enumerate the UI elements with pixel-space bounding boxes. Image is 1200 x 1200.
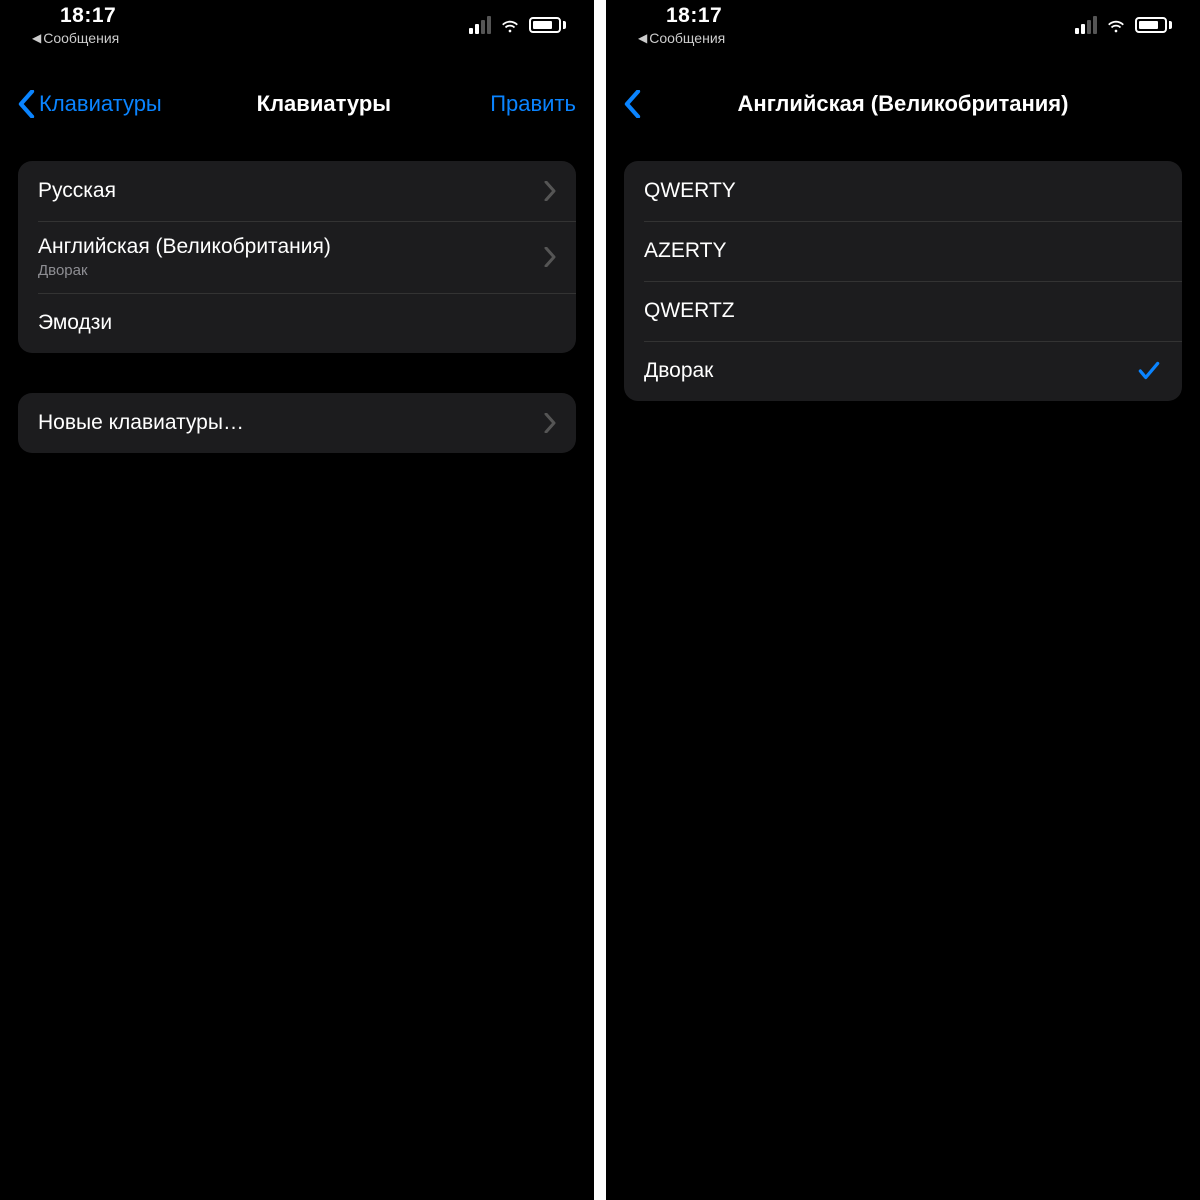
back-triangle-icon: ◀ xyxy=(32,31,41,45)
chevron-right-icon xyxy=(544,413,556,433)
add-keyboard-row[interactable]: Новые клавиатуры… xyxy=(18,393,576,453)
new-keyboards-group: Новые клавиатуры… xyxy=(18,393,576,453)
nav-bar: Клавиатуры Клавиатуры Править xyxy=(0,76,594,131)
nav-back-label: Клавиатуры xyxy=(39,91,162,117)
wifi-icon xyxy=(1105,14,1127,36)
nav-bar: Английская (Великобритания) xyxy=(606,76,1200,131)
nav-title: Английская (Великобритания) xyxy=(624,91,1182,117)
keyboard-title: Русская xyxy=(38,179,544,203)
cellular-signal-icon xyxy=(1075,16,1097,34)
nav-back-button[interactable]: Клавиатуры xyxy=(18,90,162,118)
keyboard-subtitle: Дворак xyxy=(38,262,544,279)
breadcrumb-back[interactable]: ◀ Сообщения xyxy=(638,30,725,46)
screenshot-right: 18:17 ◀ Сообщения Английская (Великобрит… xyxy=(606,0,1200,1200)
keyboard-row[interactable]: Русская xyxy=(18,161,576,221)
status-time: 18:17 xyxy=(666,4,722,28)
layout-row[interactable]: QWERTY xyxy=(624,161,1182,221)
chevron-right-icon xyxy=(544,181,556,201)
layout-row[interactable]: AZERTY xyxy=(624,221,1182,281)
checkmark-icon xyxy=(1136,358,1162,384)
layout-title: QWERTZ xyxy=(644,299,1162,323)
keyboard-title: Эмодзи xyxy=(38,311,556,335)
chevron-right-icon xyxy=(544,247,556,267)
layout-row[interactable]: QWERTZ xyxy=(624,281,1182,341)
nav-edit-button[interactable]: Править xyxy=(486,91,576,117)
nav-title: Клавиатуры xyxy=(162,91,486,117)
layout-title: QWERTY xyxy=(644,179,1162,203)
battery-icon xyxy=(1135,17,1172,33)
breadcrumb-back[interactable]: ◀ Сообщения xyxy=(32,30,119,46)
battery-icon xyxy=(529,17,566,33)
keyboard-row[interactable]: Эмодзи xyxy=(18,293,576,353)
add-keyboard-label: Новые клавиатуры… xyxy=(38,411,544,435)
breadcrumb-label: Сообщения xyxy=(649,30,725,46)
chevron-left-icon xyxy=(18,90,35,118)
status-time: 18:17 xyxy=(60,4,116,28)
layout-row[interactable]: Дворак xyxy=(624,341,1182,401)
keyboard-row[interactable]: Английская (Великобритания) Дворак xyxy=(18,221,576,293)
layout-title: AZERTY xyxy=(644,239,1162,263)
layout-title: Дворак xyxy=(644,359,1136,383)
status-bar: 18:17 ◀ Сообщения xyxy=(0,0,594,50)
back-triangle-icon: ◀ xyxy=(638,31,647,45)
keyboard-title: Английская (Великобритания) xyxy=(38,235,544,259)
screenshot-left: 18:17 ◀ Сообщения Клавиатуры Клавиатуры xyxy=(0,0,594,1200)
cellular-signal-icon xyxy=(469,16,491,34)
keyboards-group: Русская Английская (Великобритания) Двор… xyxy=(18,161,576,353)
layouts-group: QWERTY AZERTY QWERTZ Дворак xyxy=(624,161,1182,401)
status-bar: 18:17 ◀ Сообщения xyxy=(606,0,1200,50)
wifi-icon xyxy=(499,14,521,36)
breadcrumb-label: Сообщения xyxy=(43,30,119,46)
